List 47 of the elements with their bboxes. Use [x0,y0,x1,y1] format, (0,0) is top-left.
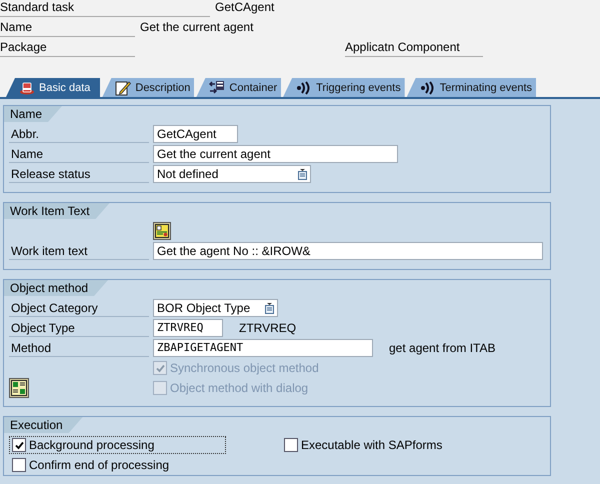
dropdown-icon [298,168,307,180]
text-editor-button[interactable] [153,222,171,240]
group-title: Work Item Text [4,203,110,219]
pencil-icon [115,80,132,96]
input-field[interactable]: GetCAgent [153,125,238,143]
field-description: get agent from ITAB [389,341,496,355]
input-field[interactable]: Get the current agent [153,145,398,163]
dropdown-field[interactable]: BOR Object Type [153,299,278,317]
field-label: Object Category [9,300,149,316]
check-icon [154,362,166,374]
field-label: Applicatn Component [345,40,483,57]
input-field[interactable]: ZBAPIGETAGENT [153,339,373,357]
tab[interactable]: Description [102,78,194,97]
signal-icon [296,80,312,94]
group-title: Execution [4,417,83,433]
field-value: Get the current agent [140,20,254,34]
group-title: Name [4,106,62,122]
container-icon [209,80,226,96]
form-icon [155,224,169,238]
field-label: Abbr. [9,126,149,142]
field-label: Release status [9,166,149,182]
input-field[interactable]: ZTRVREQ [153,319,223,337]
tab[interactable]: Container [196,78,282,97]
input-field[interactable]: Get the agent No :: &IROW& [153,242,543,260]
layout-button[interactable] [9,378,29,398]
field-label: Package [0,40,135,57]
field-label: Object Type [9,320,149,336]
group-title: Object method [4,280,108,296]
dropdown-icon [265,302,274,314]
field-description: ZTRVREQ [239,321,296,335]
dropdown-field[interactable]: Not defined [153,165,311,183]
field-label: Name [9,146,149,162]
check-icon [14,440,24,450]
signal-icon [420,80,436,94]
hat-icon [19,80,35,94]
tab[interactable]: Basic data [6,78,100,97]
checkbox[interactable]: Confirm end of processing [9,456,226,474]
field-value: GetCAgent [215,0,274,14]
field-label: Method [9,340,149,356]
tab[interactable]: Terminating events [406,78,536,97]
grid-icon [11,380,27,396]
field-label: Work item text [9,242,149,260]
field-label: Name [0,20,135,37]
field-label: Standard task [0,0,210,17]
tab[interactable]: Triggering events [283,78,405,97]
checkbox[interactable]: Executable with SAPforms [281,436,498,454]
checkbox[interactable]: Background processing [9,436,226,454]
